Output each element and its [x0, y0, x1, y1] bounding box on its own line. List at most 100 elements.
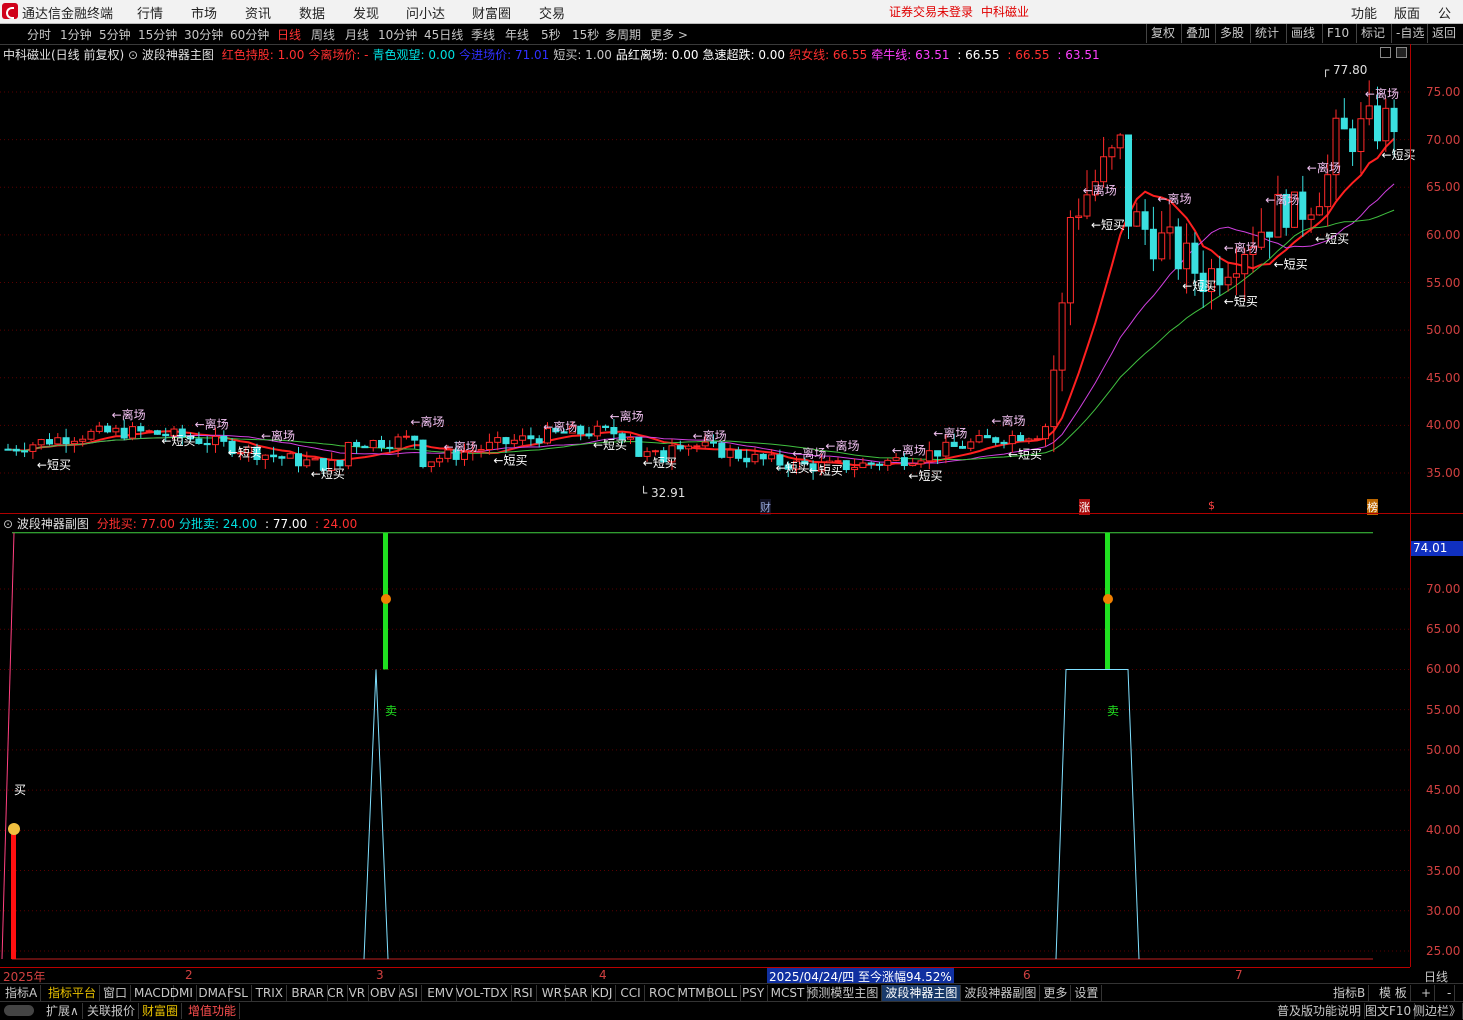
- value-added-tab[interactable]: 增值功能: [185, 1003, 241, 1019]
- candle-body: [1116, 134, 1124, 149]
- maximize-icon[interactable]: [1396, 47, 1407, 58]
- period-fenshi[interactable]: 分时: [27, 26, 51, 43]
- period-45day[interactable]: 45日线: [424, 26, 463, 43]
- indicator-tab[interactable]: 指标A: [2, 985, 42, 1001]
- draw-line-button[interactable]: 画线: [1286, 24, 1319, 43]
- menu-gongneng[interactable]: 功能: [1351, 3, 1377, 22]
- restore-icon[interactable]: [1380, 47, 1391, 58]
- remove-watchlist-button[interactable]: -自选: [1391, 24, 1428, 43]
- indicator-panel-button[interactable]: 指标B: [1330, 985, 1370, 1001]
- related-quotes-tab[interactable]: 关联报价: [84, 1003, 140, 1019]
- period-yearly[interactable]: 年线: [505, 26, 529, 43]
- statistics-button[interactable]: 统计: [1250, 24, 1283, 43]
- indicator-tab[interactable]: SAR: [560, 985, 592, 1001]
- price-chart[interactable]: ←短买←离场←短买←离场←短买←离场←短买←离场←离场←短买←离场←短买←离场←…: [0, 60, 1463, 515]
- menu-faxian[interactable]: 发现: [353, 3, 379, 22]
- period-weekly[interactable]: 周线: [311, 26, 335, 43]
- menu-wenxiaoda[interactable]: 问小达: [406, 3, 445, 22]
- exit-signal-label: ←离场: [825, 438, 859, 453]
- period-60min[interactable]: 60分钟: [230, 26, 269, 43]
- period-30min[interactable]: 30分钟: [184, 26, 223, 43]
- indicator-tab[interactable]: MCST: [768, 985, 809, 1001]
- candle-body: [1390, 107, 1398, 133]
- menu-shuju[interactable]: 数据: [299, 3, 325, 22]
- period-15sec[interactable]: 15秒: [572, 26, 599, 43]
- candle-body: [1108, 147, 1116, 158]
- expand-tab[interactable]: 扩展∧: [43, 1003, 83, 1019]
- indicator-chart[interactable]: 买 卖 卖: [0, 530, 1410, 967]
- indicator-tab[interactable]: ASI: [396, 985, 422, 1001]
- mark-button[interactable]: 标记: [1356, 24, 1389, 43]
- sidebar-toggle[interactable]: 侧边栏》: [1410, 1003, 1463, 1019]
- pane-divider[interactable]: [0, 513, 1463, 514]
- feature-guide-link[interactable]: 普及版功能说明: [1274, 1003, 1366, 1019]
- indicator-tab[interactable]: 指标平台: [45, 985, 101, 1001]
- indicator-tab[interactable]: RSI: [510, 985, 537, 1001]
- indicator-tab[interactable]: BRAR: [288, 985, 329, 1001]
- indicator-tab[interactable]: CR: [324, 985, 348, 1001]
- indicator-tab[interactable]: FSL: [224, 985, 252, 1001]
- indicator-axis-tick: 50.00: [1426, 742, 1461, 757]
- candle-body: [1025, 438, 1033, 442]
- indicator-panel-button[interactable]: -: [1444, 985, 1456, 1001]
- indicator-tab[interactable]: 窗口: [100, 985, 132, 1001]
- candle-body: [942, 441, 950, 457]
- candle-body: [79, 438, 87, 442]
- toggle-switch[interactable]: [4, 1005, 34, 1016]
- candle-body: [494, 437, 502, 443]
- candle-body: [1075, 215, 1083, 218]
- menu-hangqing[interactable]: 行情: [137, 3, 163, 22]
- period-more[interactable]: 更多 >: [650, 26, 688, 43]
- period-5min[interactable]: 5分钟: [99, 26, 131, 43]
- indicator-panel-button[interactable]: 模 板: [1376, 985, 1411, 1001]
- period-multi[interactable]: 多周期: [605, 26, 641, 43]
- indicator-tab[interactable]: KDJ: [589, 985, 617, 1001]
- period-daily[interactable]: 日线: [277, 26, 301, 43]
- candle-body: [212, 435, 219, 446]
- indicator-tab[interactable]: 预测模型主图: [803, 985, 883, 1001]
- f10-graphic-link[interactable]: 图文F10: [1362, 1003, 1416, 1019]
- indicator-tab[interactable]: 更多: [1040, 985, 1072, 1001]
- multi-stock-button[interactable]: 多股: [1215, 24, 1248, 43]
- dividend-marker[interactable]: $: [1208, 499, 1215, 512]
- indicator-tab[interactable]: CCI: [617, 985, 645, 1001]
- candle-body: [967, 441, 975, 449]
- period-1min[interactable]: 1分钟: [60, 26, 92, 43]
- menu-banmian[interactable]: 版面: [1394, 3, 1420, 22]
- period-quarterly[interactable]: 季线: [471, 26, 495, 43]
- indicator-tab[interactable]: BOLL: [703, 985, 742, 1001]
- candle-body: [651, 450, 659, 453]
- candle-body: [1365, 105, 1373, 120]
- menu-shichang[interactable]: 市场: [191, 3, 217, 22]
- candle-body: [1257, 231, 1265, 248]
- indicator-tab[interactable]: DMI: [167, 985, 197, 1001]
- period-10min[interactable]: 10分钟: [378, 26, 417, 43]
- candle-body: [394, 436, 402, 449]
- period-monthly[interactable]: 月线: [345, 26, 369, 43]
- caifuquan-tab[interactable]: 财富圈: [139, 1003, 183, 1019]
- login-notice[interactable]: 证券交易未登录: [889, 3, 973, 20]
- overlay-button[interactable]: 叠加: [1181, 24, 1214, 43]
- candle-body: [1357, 118, 1365, 153]
- period-15min[interactable]: 15分钟: [138, 26, 177, 43]
- f10-button[interactable]: F10: [1322, 24, 1353, 43]
- back-button[interactable]: 返回: [1427, 24, 1460, 43]
- indicator-tab[interactable]: 波段神器主图: [882, 985, 962, 1001]
- adjust-button[interactable]: 复权: [1146, 24, 1179, 43]
- menu-zixun[interactable]: 资讯: [245, 3, 271, 22]
- indicator-tab[interactable]: VR: [346, 985, 370, 1001]
- menu-jiaoyi[interactable]: 交易: [539, 3, 565, 22]
- indicator-tab[interactable]: 波段神器副图: [961, 985, 1041, 1001]
- sub-indicator-name[interactable]: 波段神器副图: [17, 517, 89, 531]
- period-5sec[interactable]: 5秒: [541, 26, 561, 43]
- sub-collapse-icon[interactable]: ⊙: [3, 517, 13, 531]
- short-buy-signal-label: ←短买: [1224, 295, 1258, 309]
- indicator-tab[interactable]: VOL-TDX: [453, 985, 512, 1001]
- time-label-feb: 2: [185, 968, 193, 982]
- menu-caifuquan[interactable]: 财富圈: [472, 3, 511, 22]
- indicator-panel-button[interactable]: +: [1418, 985, 1436, 1001]
- indicator-tab[interactable]: PSY: [739, 985, 769, 1001]
- running-man-icon: [1103, 594, 1113, 604]
- indicator-tab[interactable]: TRIX: [253, 985, 288, 1001]
- indicator-tab[interactable]: 设置: [1071, 985, 1103, 1001]
